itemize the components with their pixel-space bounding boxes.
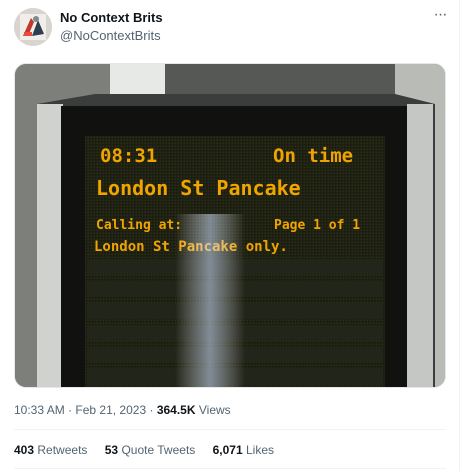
tweet-metadata: 10:33 AM · Feb 21, 2023 · 364.5K Views: [14, 402, 231, 418]
board-destination: London St Pancake: [96, 176, 301, 200]
engagement-stats: 403 Retweets 53 Quote Tweets 6,071 Likes: [14, 442, 288, 458]
meta-separator: ·: [149, 403, 154, 417]
retweets-stat[interactable]: 403 Retweets: [14, 443, 87, 457]
meta-separator: ·: [68, 403, 73, 417]
board-time: 08:31: [100, 145, 157, 167]
quotes-label: Quote Tweets: [121, 443, 196, 457]
board-calling-label: Calling at:: [96, 218, 182, 233]
author-name[interactable]: No Context Brits: [60, 10, 163, 26]
views-label: Views: [198, 403, 231, 417]
retweets-count: 403: [14, 443, 35, 457]
panel-border: [459, 0, 460, 471]
more-options-icon[interactable]: ···: [428, 6, 452, 24]
divider: [14, 468, 446, 469]
departure-board-photo: 08:31 On time London St Pancake Calling …: [15, 64, 445, 387]
quote-tweets-stat[interactable]: 53 Quote Tweets: [105, 443, 196, 457]
views-count: 364.5K: [156, 403, 196, 417]
author-handle[interactable]: @NoContextBrits: [60, 28, 161, 44]
likes-stat[interactable]: 6,071 Likes: [213, 443, 274, 457]
tweet-date[interactable]: Feb 21, 2023: [75, 403, 146, 417]
retweets-label: Retweets: [37, 443, 88, 457]
divider: [14, 429, 446, 430]
tweet: No Context Brits @NoContextBrits ··· 08:…: [0, 0, 465, 471]
quotes-count: 53: [104, 443, 119, 457]
tweet-photo[interactable]: 08:31 On time London St Pancake Calling …: [14, 63, 446, 388]
avatar[interactable]: [14, 8, 52, 46]
tweet-time[interactable]: 10:33 AM: [14, 403, 65, 417]
board-status: On time: [273, 145, 353, 167]
likes-count: 6,071: [212, 443, 243, 457]
board-page: Page 1 of 1: [274, 218, 360, 233]
likes-label: Likes: [246, 443, 275, 457]
